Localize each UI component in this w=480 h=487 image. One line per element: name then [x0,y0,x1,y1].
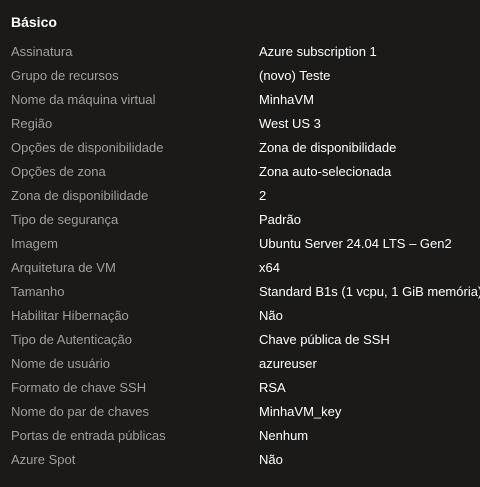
row-label: Nome da máquina virtual [11,92,156,107]
row-label: Assinatura [11,44,73,59]
row-value: Padrão [259,212,301,227]
summary-row-availability-options: Opções de disponibilidade Zona de dispon… [0,136,480,160]
row-value: MinhaVM [259,92,314,107]
row-value: azureuser [259,356,317,371]
row-value: Azure subscription 1 [259,44,377,59]
row-label: Tamanho [11,284,65,299]
row-value: Standard B1s (1 vcpu, 1 GiB memória) [259,284,480,299]
summary-row-username: Nome de usuário azureuser [0,352,480,376]
row-value: RSA [259,380,286,395]
summary-row-security-type: Tipo de segurança Padrão [0,208,480,232]
summary-row-vm-name: Nome da máquina virtual MinhaVM [0,88,480,112]
summary-row-authentication-type: Tipo de Autenticação Chave pública de SS… [0,328,480,352]
row-value: Zona auto-selecionada [259,164,392,179]
row-value: West US 3 [259,116,321,131]
summary-row-image: Imagem Ubuntu Server 24.04 LTS – Gen2 [0,232,480,256]
row-value: MinhaVM_key [259,404,342,419]
row-value: (novo) Teste [259,68,331,83]
row-value: Não [259,452,283,467]
row-label: Formato de chave SSH [11,380,147,395]
row-label: Portas de entrada públicas [11,428,166,443]
row-label: Habilitar Hibernação [11,308,129,323]
row-label: Região [11,116,53,131]
summary-row-ssh-key-format: Formato de chave SSH RSA [0,376,480,400]
row-label: Zona de disponibilidade [11,188,149,203]
summary-row-zone-options: Opções de zona Zona auto-selecionada [0,160,480,184]
row-value: Chave pública de SSH [259,332,390,347]
row-label: Nome de usuário [11,356,110,371]
row-label: Imagem [11,236,58,251]
summary-row-subscription: Assinatura Azure subscription 1 [0,40,480,64]
row-value: Não [259,308,283,323]
row-label: Azure Spot [11,452,76,467]
row-label: Arquitetura de VM [11,260,116,275]
summary-row-resource-group: Grupo de recursos (novo) Teste [0,64,480,88]
row-value: Ubuntu Server 24.04 LTS – Gen2 [259,236,452,251]
row-label: Grupo de recursos [11,68,119,83]
summary-row-region: Região West US 3 [0,112,480,136]
summary-row-size: Tamanho Standard B1s (1 vcpu, 1 GiB memó… [0,280,480,304]
row-label: Opções de zona [11,164,106,179]
summary-row-availability-zone: Zona de disponibilidade 2 [0,184,480,208]
summary-rows: Assinatura Azure subscription 1 Grupo de… [0,40,480,472]
summary-row-public-inbound-ports: Portas de entrada públicas Nenhum [0,424,480,448]
row-value: x64 [259,260,280,275]
summary-row-hibernation: Habilitar Hibernação Não [0,304,480,328]
summary-row-vm-architecture: Arquitetura de VM x64 [0,256,480,280]
row-value: 2 [259,188,267,203]
row-label: Nome do par de chaves [11,404,150,419]
row-value: Nenhum [259,428,309,443]
section-title: Básico [11,14,57,30]
row-value: Zona de disponibilidade [259,140,397,155]
summary-row-azure-spot: Azure Spot Não [0,448,480,472]
summary-row-key-pair-name: Nome do par de chaves MinhaVM_key [0,400,480,424]
row-label: Tipo de segurança [11,212,119,227]
row-label: Opções de disponibilidade [11,140,164,155]
row-label: Tipo de Autenticação [11,332,132,347]
basics-summary-section: Básico Assinatura Azure subscription 1 G… [0,0,480,487]
